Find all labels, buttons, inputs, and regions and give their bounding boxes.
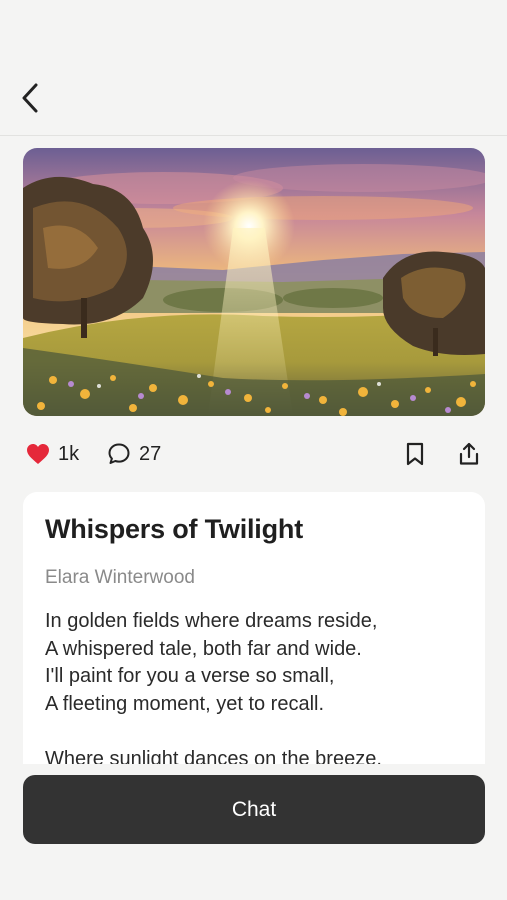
- poem-line: I'll paint for you a verse so small,: [45, 665, 335, 687]
- poem-line: A fleeting moment, yet to recall.: [45, 692, 325, 715]
- poem-line: A whispered tale, both far and wide.: [45, 637, 362, 660]
- share-button[interactable]: [457, 436, 481, 472]
- comment-count: 27: [139, 442, 162, 465]
- comment-button[interactable]: 27: [107, 436, 161, 472]
- poem-line: In golden fields where dreams reside,: [45, 610, 378, 632]
- poem-author[interactable]: Elara Winterwood: [45, 567, 195, 589]
- share-icon: [459, 442, 479, 465]
- like-button[interactable]: 1k: [26, 436, 79, 472]
- top-bar: [0, 0, 507, 136]
- heart-icon: [27, 444, 49, 464]
- bookmark-icon: [406, 442, 424, 466]
- poem-line: Where sunlight dances on the breeze,: [45, 747, 382, 765]
- post-actions: 1k 27: [23, 436, 485, 472]
- poem-body: In golden fields where dreams reside, A …: [45, 608, 465, 764]
- bookmark-button[interactable]: [403, 436, 427, 472]
- poem-cover-image: [23, 148, 485, 416]
- back-button[interactable]: [10, 78, 50, 118]
- stanza-gap: [45, 718, 465, 746]
- poem-card: Whispers of Twilight Elara Winterwood In…: [23, 492, 485, 764]
- poem-title: Whispers of Twilight: [45, 514, 303, 544]
- comment-icon: [108, 443, 130, 464]
- chat-button-label: Chat: [231, 797, 277, 821]
- chat-button[interactable]: Chat: [23, 775, 485, 844]
- like-count: 1k: [58, 442, 80, 465]
- chevron-left-icon: [22, 83, 38, 113]
